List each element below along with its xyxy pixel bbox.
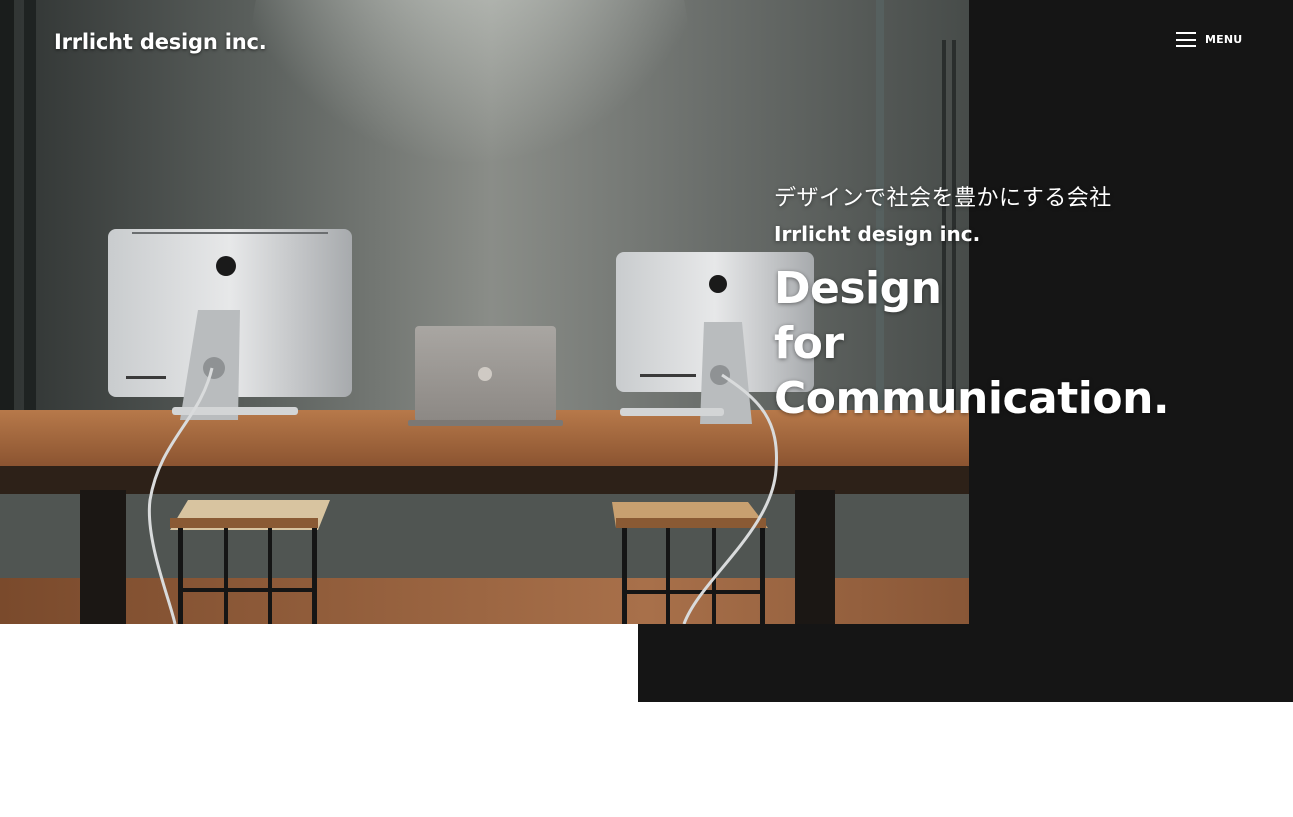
menu-label[interactable]: MENU [1205,33,1242,46]
hero-headline: Design for Communication. [774,261,1170,426]
headline-line: Design [774,263,942,314]
headline-line: Communication. [774,373,1170,424]
site-logo[interactable]: Irrlicht design inc. [54,30,267,54]
hamburger-icon[interactable] [1176,32,1196,47]
hero-copy: デザインで社会を豊かにする会社 Irrlicht design inc. Des… [774,184,1170,426]
dark-lower-block [638,624,1293,702]
hero-company-name: Irrlicht design inc. [774,222,981,246]
menu-button[interactable]: MENU [1176,32,1242,47]
headline-line: for [774,318,844,369]
hero-tagline: デザインで社会を豊かにする会社 [774,186,1112,211]
